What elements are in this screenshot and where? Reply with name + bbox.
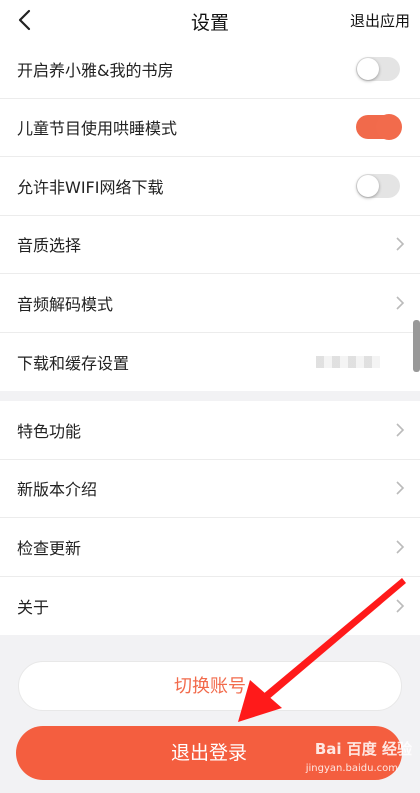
watermark-url: jingyan.baidu.com: [305, 763, 398, 774]
toggle-knob: [357, 57, 379, 80]
bookroom-toggle[interactable]: [356, 56, 400, 81]
setting-label: 音频解码模式: [17, 294, 114, 314]
setting-label: 检查更新: [17, 538, 82, 558]
toggle-knob: [376, 114, 402, 141]
setting-row-bookroom[interactable]: 开启养小雅&我的书房: [0, 40, 420, 99]
chevron-right-icon: [396, 599, 405, 613]
settings-group-1: 开启养小雅&我的书房 儿童节目使用哄睡模式 允许非WIFI网络下载 音质选择 音…: [0, 40, 420, 391]
setting-row-download-cache[interactable]: 下载和缓存设置: [0, 333, 420, 392]
setting-row-check-update[interactable]: 检查更新: [0, 518, 420, 577]
chevron-right-icon: [396, 237, 405, 251]
top-bar: 设置 退出应用: [0, 0, 420, 40]
setting-row-features[interactable]: 特色功能: [0, 401, 420, 460]
setting-row-non-wifi-download[interactable]: 允许非WIFI网络下载: [0, 157, 420, 216]
non-wifi-download-toggle[interactable]: [356, 173, 400, 198]
setting-row-audio-quality[interactable]: 音质选择: [0, 216, 420, 274]
chevron-right-icon: [396, 481, 405, 495]
scrollbar-thumb[interactable]: [413, 320, 420, 372]
blurred-value: [316, 355, 380, 368]
setting-label: 特色功能: [17, 421, 82, 441]
setting-row-whats-new[interactable]: 新版本介绍: [0, 460, 420, 518]
watermark-brand: Bai 百度 经验: [314, 740, 412, 758]
chevron-right-icon: [396, 540, 405, 554]
setting-label: 下载和缓存设置: [17, 353, 130, 373]
toggle-knob: [357, 174, 379, 197]
setting-row-about[interactable]: 关于: [0, 577, 420, 636]
setting-label: 允许非WIFI网络下载: [17, 177, 164, 197]
switch-account-button[interactable]: 切换账号: [18, 661, 402, 711]
sleep-mode-toggle[interactable]: [356, 114, 402, 141]
setting-label: 音质选择: [17, 236, 82, 256]
setting-label: 开启养小雅&我的书房: [17, 60, 174, 80]
setting-row-decode-mode[interactable]: 音频解码模式: [0, 274, 420, 333]
exit-app-button[interactable]: 退出应用: [350, 10, 410, 31]
setting-label: 儿童节目使用哄睡模式: [17, 119, 178, 139]
settings-group-2: 特色功能 新版本介绍 检查更新 关于: [0, 401, 420, 635]
setting-row-sleep-mode[interactable]: 儿童节目使用哄睡模式: [0, 99, 420, 157]
setting-label: 关于: [17, 597, 50, 617]
chevron-right-icon: [396, 296, 405, 310]
chevron-right-icon: [396, 423, 405, 437]
setting-label: 新版本介绍: [17, 480, 98, 500]
